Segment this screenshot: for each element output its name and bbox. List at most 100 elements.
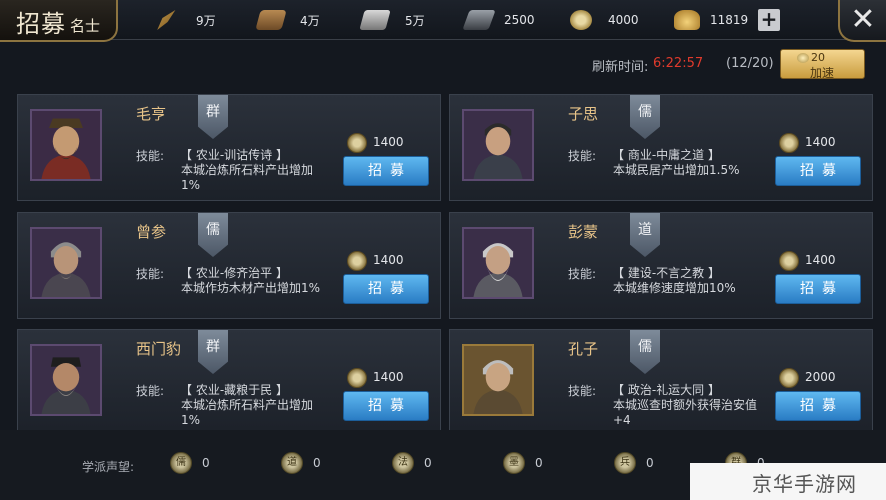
page-title-sub: 名士 bbox=[70, 17, 101, 35]
skill-label: 技能: bbox=[136, 149, 165, 163]
refresh-label: 刷新时间: bbox=[592, 60, 649, 75]
reputation-coin-icon bbox=[347, 251, 367, 271]
reputation-value: 0 bbox=[424, 456, 432, 470]
school-badge-label: 群 bbox=[206, 104, 220, 120]
scholar-name: 子思 bbox=[568, 105, 599, 123]
resource-grain-value: 9万 bbox=[196, 13, 216, 28]
school-reputation-icon: 墨 bbox=[503, 452, 525, 474]
resource-iron-value: 2500 bbox=[504, 13, 535, 27]
skill-name: 【 建设-不言之教 】 bbox=[612, 266, 720, 280]
scholar-portrait bbox=[462, 109, 534, 181]
scholar-card: 毛亨 群 技能: 【 农业-训诂传诗 】 本城冶炼所石料产出增加1% 1400 … bbox=[17, 94, 441, 201]
reputation-item: 法 0 bbox=[392, 452, 432, 474]
reputation-item: 儒 0 bbox=[170, 452, 210, 474]
speedup-button[interactable]: 20 加速 bbox=[780, 49, 865, 80]
reputation-item: 墨 0 bbox=[503, 452, 543, 474]
close-button[interactable]: ✕ bbox=[838, 0, 886, 42]
reputation-value: 0 bbox=[646, 456, 654, 470]
refresh-timer: 6:22:57 bbox=[653, 56, 704, 71]
grain-icon bbox=[157, 10, 176, 30]
scholar-name: 孔子 bbox=[568, 340, 599, 358]
coin-icon bbox=[570, 10, 592, 30]
recruit-button[interactable]: 招募 bbox=[343, 391, 429, 421]
school-reputation-icon: 法 bbox=[392, 452, 414, 474]
school-badge: 群 bbox=[198, 330, 228, 374]
recruit-cost: 1400 bbox=[805, 135, 836, 149]
reputation-item: 道 0 bbox=[281, 452, 321, 474]
skill-name: 【 商业-中庸之道 】 bbox=[612, 148, 720, 162]
resource-wood: 4万 bbox=[255, 8, 320, 32]
reputation-value: 0 bbox=[313, 456, 321, 470]
skill-description: 本城冶炼所石料产出增加1% bbox=[181, 163, 314, 192]
recruit-cost: 1400 bbox=[805, 253, 836, 267]
resource-coin: 4000 bbox=[570, 8, 639, 32]
school-reputation-icon: 儒 bbox=[170, 452, 192, 474]
resource-ingot-value: 11819 bbox=[710, 13, 749, 27]
watermark: 京华手游网 bbox=[690, 463, 886, 500]
recruit-cost: 1400 bbox=[373, 135, 404, 149]
skill-label: 技能: bbox=[568, 267, 597, 281]
reputation-coin-icon bbox=[347, 133, 367, 153]
reputation-value: 0 bbox=[535, 456, 543, 470]
reputation-label: 学派声望: bbox=[82, 460, 135, 474]
resource-iron: 2500 bbox=[462, 8, 535, 32]
reputation-coin-icon bbox=[347, 368, 367, 388]
reputation-coin-icon bbox=[779, 368, 799, 388]
resource-wood-value: 4万 bbox=[300, 13, 320, 28]
school-badge: 儒 bbox=[630, 95, 660, 139]
skill-description: 本城维修速度增加10% bbox=[613, 281, 736, 295]
skill-label: 技能: bbox=[136, 384, 165, 398]
scholar-card: 彭蒙 道 技能: 【 建设-不言之教 】 本城维修速度增加10% 1400 招募 bbox=[449, 212, 873, 319]
scholar-name: 西门豹 bbox=[136, 340, 182, 358]
resource-grain: 9万 bbox=[152, 8, 216, 32]
recruit-cost: 1400 bbox=[373, 370, 404, 384]
scholar-name: 曾参 bbox=[136, 223, 167, 241]
school-reputation-icon: 兵 bbox=[614, 452, 636, 474]
recruit-cost: 1400 bbox=[373, 253, 404, 267]
gold-ingot-icon bbox=[797, 53, 809, 63]
school-badge: 儒 bbox=[630, 330, 660, 374]
skill-description: 本城巡查时额外获得治安值+4 bbox=[613, 398, 758, 427]
reputation-item: 兵 0 bbox=[614, 452, 654, 474]
school-badge: 群 bbox=[198, 95, 228, 139]
scholar-card: 子思 儒 技能: 【 商业-中庸之道 】 本城民居产出增加1.5% 1400 招… bbox=[449, 94, 873, 201]
gold-ingot-icon bbox=[674, 10, 700, 30]
school-badge: 儒 bbox=[198, 213, 228, 257]
school-badge-label: 群 bbox=[206, 339, 220, 355]
scholar-card: 西门豹 群 技能: 【 农业-藏粮于民 】 本城冶炼所石料产出增加1% 1400… bbox=[17, 329, 441, 436]
skill-name: 【 农业-训诂传诗 】 bbox=[180, 148, 288, 162]
resource-stone-value: 5万 bbox=[405, 13, 425, 28]
recruit-button[interactable]: 招募 bbox=[775, 156, 861, 186]
recruit-button[interactable]: 招募 bbox=[775, 391, 861, 421]
school-badge-label: 儒 bbox=[206, 222, 220, 238]
resource-coin-value: 4000 bbox=[608, 13, 639, 27]
recruit-button[interactable]: 招募 bbox=[343, 274, 429, 304]
reputation-coin-icon bbox=[779, 133, 799, 153]
school-badge-label: 儒 bbox=[638, 104, 652, 120]
skill-label: 技能: bbox=[568, 384, 597, 398]
scholar-card: 曾参 儒 技能: 【 农业-修齐治平 】 本城作坊木材产出增加1% 1400 招… bbox=[17, 212, 441, 319]
school-badge: 道 bbox=[630, 213, 660, 257]
skill-description: 本城作坊木材产出增加1% bbox=[181, 281, 321, 295]
skill-description: 本城民居产出增加1.5% bbox=[613, 163, 740, 177]
reputation-value: 0 bbox=[202, 456, 210, 470]
title-plaque: 招募 名士 bbox=[0, 0, 118, 42]
school-reputation-icon: 道 bbox=[281, 452, 303, 474]
reputation-coin-icon bbox=[779, 251, 799, 271]
school-badge-label: 儒 bbox=[638, 339, 652, 355]
skill-name: 【 农业-藏粮于民 】 bbox=[180, 383, 288, 397]
scholar-name: 毛亨 bbox=[136, 105, 167, 123]
add-gold-button[interactable]: + bbox=[758, 9, 780, 31]
recruit-button[interactable]: 招募 bbox=[343, 156, 429, 186]
skill-label: 技能: bbox=[136, 267, 165, 281]
skill-name: 【 农业-修齐治平 】 bbox=[180, 266, 288, 280]
page-title: 招募 bbox=[16, 10, 66, 38]
scholar-portrait bbox=[30, 109, 102, 181]
scholar-portrait bbox=[30, 227, 102, 299]
resource-bar: 招募 名士 9万 4万 5万 2500 4000 11819 + ✕ bbox=[0, 0, 886, 42]
scholar-portrait bbox=[30, 344, 102, 416]
skill-label: 技能: bbox=[568, 149, 597, 163]
scholar-portrait bbox=[462, 227, 534, 299]
recruit-cost: 2000 bbox=[805, 370, 836, 384]
recruit-button[interactable]: 招募 bbox=[775, 274, 861, 304]
